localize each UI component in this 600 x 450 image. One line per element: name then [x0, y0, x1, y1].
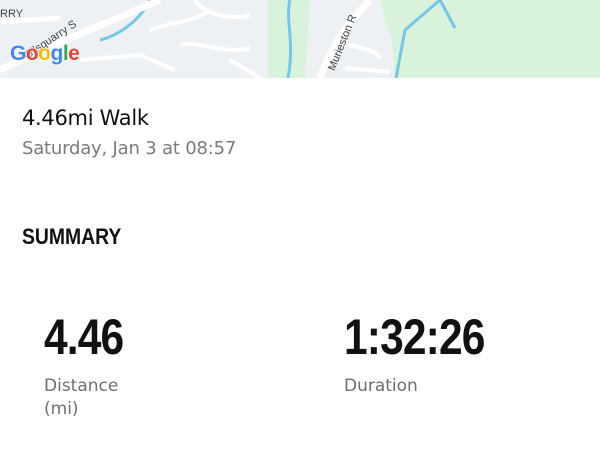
- duration-label: Duration: [344, 376, 418, 396]
- distance-label-text: Distance: [44, 376, 119, 396]
- map-street-label: RRY: [0, 8, 24, 20]
- distance-unit: (mi): [44, 399, 79, 419]
- distance-value: 4.46: [44, 309, 124, 365]
- activity-date: Saturday, Jan 3 at 08:57: [22, 138, 237, 159]
- map-tiles: [0, 0, 600, 78]
- distance-label: Distance (mi): [44, 375, 118, 421]
- google-logo: Google: [10, 42, 80, 65]
- summary-heading: SUMMARY: [22, 224, 122, 249]
- activity-title: 4.46mi Walk: [22, 106, 149, 130]
- route-map[interactable]: RRY Gilsquarry S Murieston R Google: [0, 0, 600, 78]
- duration-value: 1:32:26: [344, 309, 485, 365]
